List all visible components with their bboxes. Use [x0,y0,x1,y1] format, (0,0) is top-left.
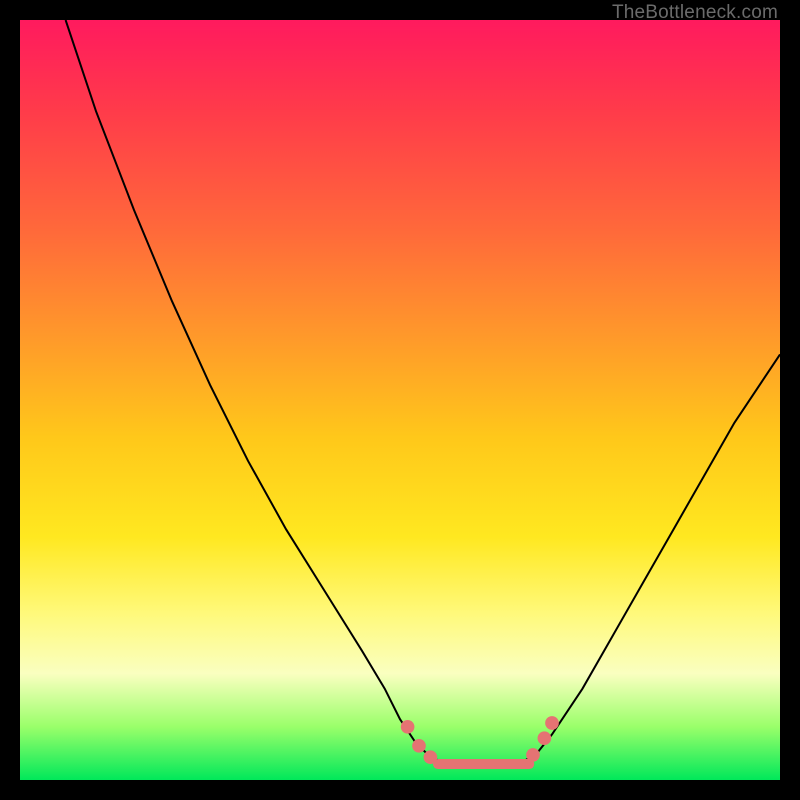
marker-point [538,731,552,745]
bottleneck-curve [66,20,780,765]
credit-label: TheBottleneck.com [612,2,778,24]
marker-point [424,750,438,764]
curve-svg [20,20,780,780]
plot-area [20,20,780,780]
marker-point [545,716,559,730]
marker-point [412,739,426,753]
chart-frame: TheBottleneck.com [0,0,800,800]
marker-group [401,716,559,764]
marker-point [401,720,415,734]
marker-point [526,748,540,762]
